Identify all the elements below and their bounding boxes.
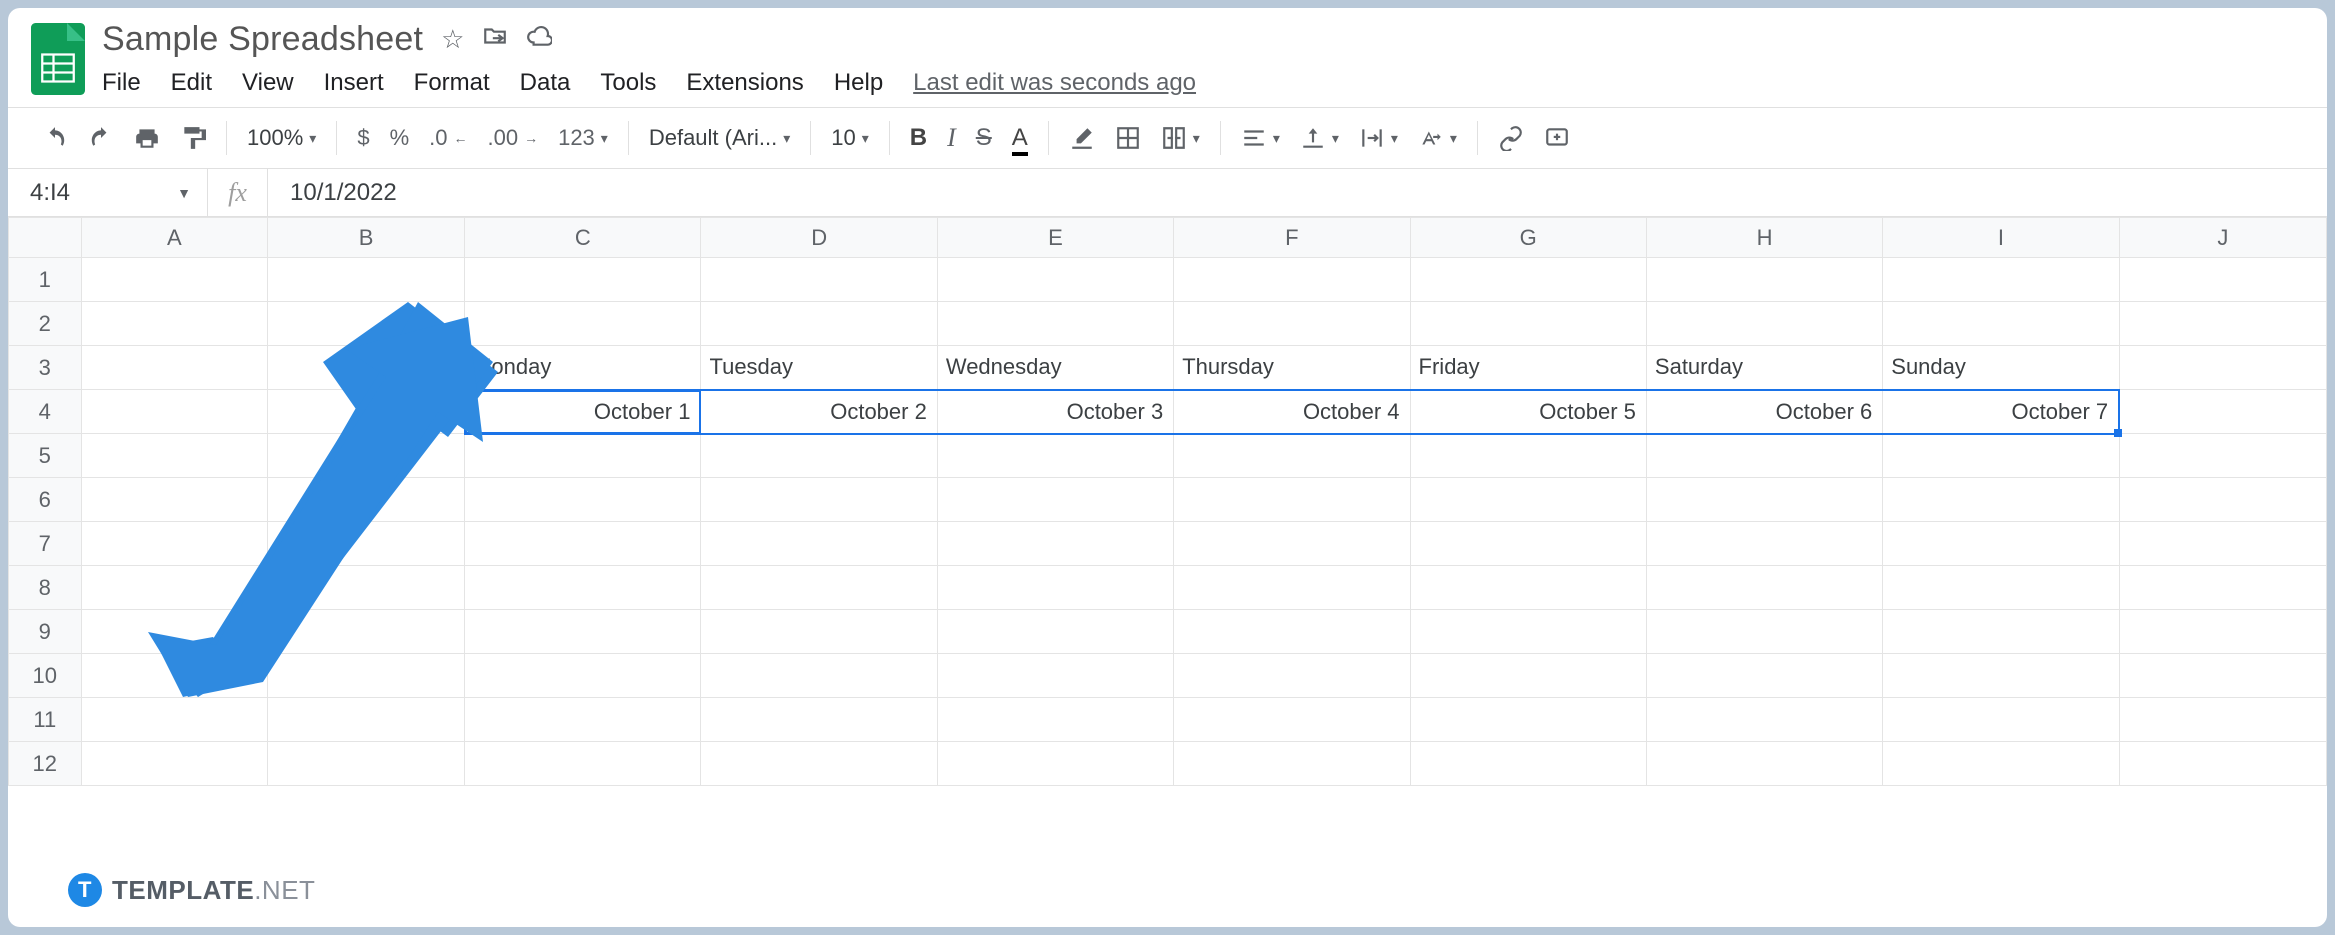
cell-E3[interactable]: Wednesday: [937, 346, 1173, 390]
row-header-7[interactable]: 7: [9, 522, 82, 566]
move-icon[interactable]: [482, 23, 508, 56]
cell-F3[interactable]: Thursday: [1174, 346, 1410, 390]
row-header-2[interactable]: 2: [9, 302, 82, 346]
col-header-E[interactable]: E: [937, 218, 1173, 258]
col-header-G[interactable]: G: [1410, 218, 1646, 258]
cell-F4[interactable]: October 4: [1174, 390, 1410, 434]
row-header-9[interactable]: 9: [9, 610, 82, 654]
undo-icon[interactable]: [42, 125, 68, 151]
row-header-11[interactable]: 11: [9, 698, 82, 742]
bold-button[interactable]: B: [910, 124, 927, 152]
cell-H4[interactable]: October 6: [1646, 390, 1882, 434]
spreadsheet-grid[interactable]: A B C D E F G H I J 1 2 3 Monda: [8, 217, 2327, 786]
cell-D4[interactable]: October 2: [701, 390, 937, 434]
row-header-5[interactable]: 5: [9, 434, 82, 478]
row-header-1[interactable]: 1: [9, 258, 82, 302]
cell-I3[interactable]: Sunday: [1883, 346, 2119, 390]
insert-link-button[interactable]: [1498, 125, 1524, 151]
cell-G4[interactable]: October 5: [1410, 390, 1646, 434]
borders-button[interactable]: [1115, 125, 1141, 151]
row-header-8[interactable]: 8: [9, 566, 82, 610]
font-dropdown[interactable]: Default (Ari...: [649, 125, 790, 151]
col-header-J[interactable]: J: [2119, 218, 2326, 258]
watermark-icon: T: [68, 873, 102, 907]
font-size-dropdown[interactable]: 10: [831, 125, 869, 151]
italic-button[interactable]: I: [947, 123, 956, 153]
menu-bar: File Edit View Insert Format Data Tools …: [102, 65, 1196, 107]
print-icon[interactable]: [134, 125, 160, 151]
last-edit-link[interactable]: Last edit was seconds ago: [913, 69, 1196, 97]
strikethrough-button[interactable]: S: [976, 124, 992, 152]
cell-H3[interactable]: Saturday: [1646, 346, 1882, 390]
sheets-logo[interactable]: [28, 20, 88, 98]
cell-E4[interactable]: October 3: [937, 390, 1173, 434]
menu-edit[interactable]: Edit: [171, 69, 212, 97]
text-rotation-button[interactable]: [1418, 125, 1457, 151]
merge-cells-button[interactable]: [1161, 125, 1200, 151]
cell-C3[interactable]: Monday: [465, 346, 701, 390]
format-percent-button[interactable]: %: [390, 125, 410, 151]
vertical-align-button[interactable]: [1300, 125, 1339, 151]
cell-G3[interactable]: Friday: [1410, 346, 1646, 390]
menu-extensions[interactable]: Extensions: [686, 69, 803, 97]
horizontal-align-button[interactable]: [1241, 125, 1280, 151]
fill-color-button[interactable]: [1069, 125, 1095, 151]
star-icon[interactable]: ☆: [441, 24, 464, 55]
cell-C4[interactable]: October 1: [465, 390, 701, 434]
row-header-10[interactable]: 10: [9, 654, 82, 698]
select-all-corner[interactable]: [9, 218, 82, 258]
decrease-decimal-button[interactable]: .0←: [429, 125, 467, 151]
menu-view[interactable]: View: [242, 69, 294, 97]
menu-file[interactable]: File: [102, 69, 141, 97]
fill-handle[interactable]: [2114, 429, 2122, 437]
paint-format-icon[interactable]: [180, 125, 206, 151]
cloud-icon[interactable]: [526, 23, 552, 56]
cell-I4[interactable]: October 7: [1883, 390, 2119, 434]
menu-insert[interactable]: Insert: [324, 69, 384, 97]
zoom-dropdown[interactable]: 100%: [247, 125, 316, 151]
toolbar: 100% $ % .0← .00→ 123 Default (Ari... 10…: [8, 107, 2327, 169]
col-header-H[interactable]: H: [1646, 218, 1882, 258]
format-currency-button[interactable]: $: [357, 125, 369, 151]
menu-data[interactable]: Data: [520, 69, 571, 97]
text-wrap-button[interactable]: [1359, 125, 1398, 151]
number-format-dropdown[interactable]: 123: [558, 125, 608, 151]
redo-icon[interactable]: [88, 125, 114, 151]
col-header-D[interactable]: D: [701, 218, 937, 258]
row-header-4[interactable]: 4: [9, 390, 82, 434]
row-header-3[interactable]: 3: [9, 346, 82, 390]
col-header-C[interactable]: C: [465, 218, 701, 258]
document-title[interactable]: Sample Spreadsheet: [102, 20, 423, 59]
col-header-F[interactable]: F: [1174, 218, 1410, 258]
name-box[interactable]: 4:I4 ▼: [8, 169, 208, 216]
menu-tools[interactable]: Tools: [600, 69, 656, 97]
col-header-I[interactable]: I: [1883, 218, 2119, 258]
row-header-6[interactable]: 6: [9, 478, 82, 522]
col-header-A[interactable]: A: [81, 218, 268, 258]
text-color-button[interactable]: A: [1012, 124, 1028, 152]
insert-comment-button[interactable]: [1544, 125, 1570, 151]
row-header-12[interactable]: 12: [9, 742, 82, 786]
formula-bar[interactable]: 10/1/2022: [268, 179, 2327, 207]
menu-help[interactable]: Help: [834, 69, 883, 97]
watermark: T TEMPLATE.NET: [68, 873, 315, 907]
menu-format[interactable]: Format: [414, 69, 490, 97]
cell-D3[interactable]: Tuesday: [701, 346, 937, 390]
fx-label: fx: [208, 169, 268, 216]
col-header-B[interactable]: B: [268, 218, 465, 258]
increase-decimal-button[interactable]: .00→: [487, 125, 538, 151]
name-box-dropdown-icon[interactable]: ▼: [177, 185, 191, 201]
